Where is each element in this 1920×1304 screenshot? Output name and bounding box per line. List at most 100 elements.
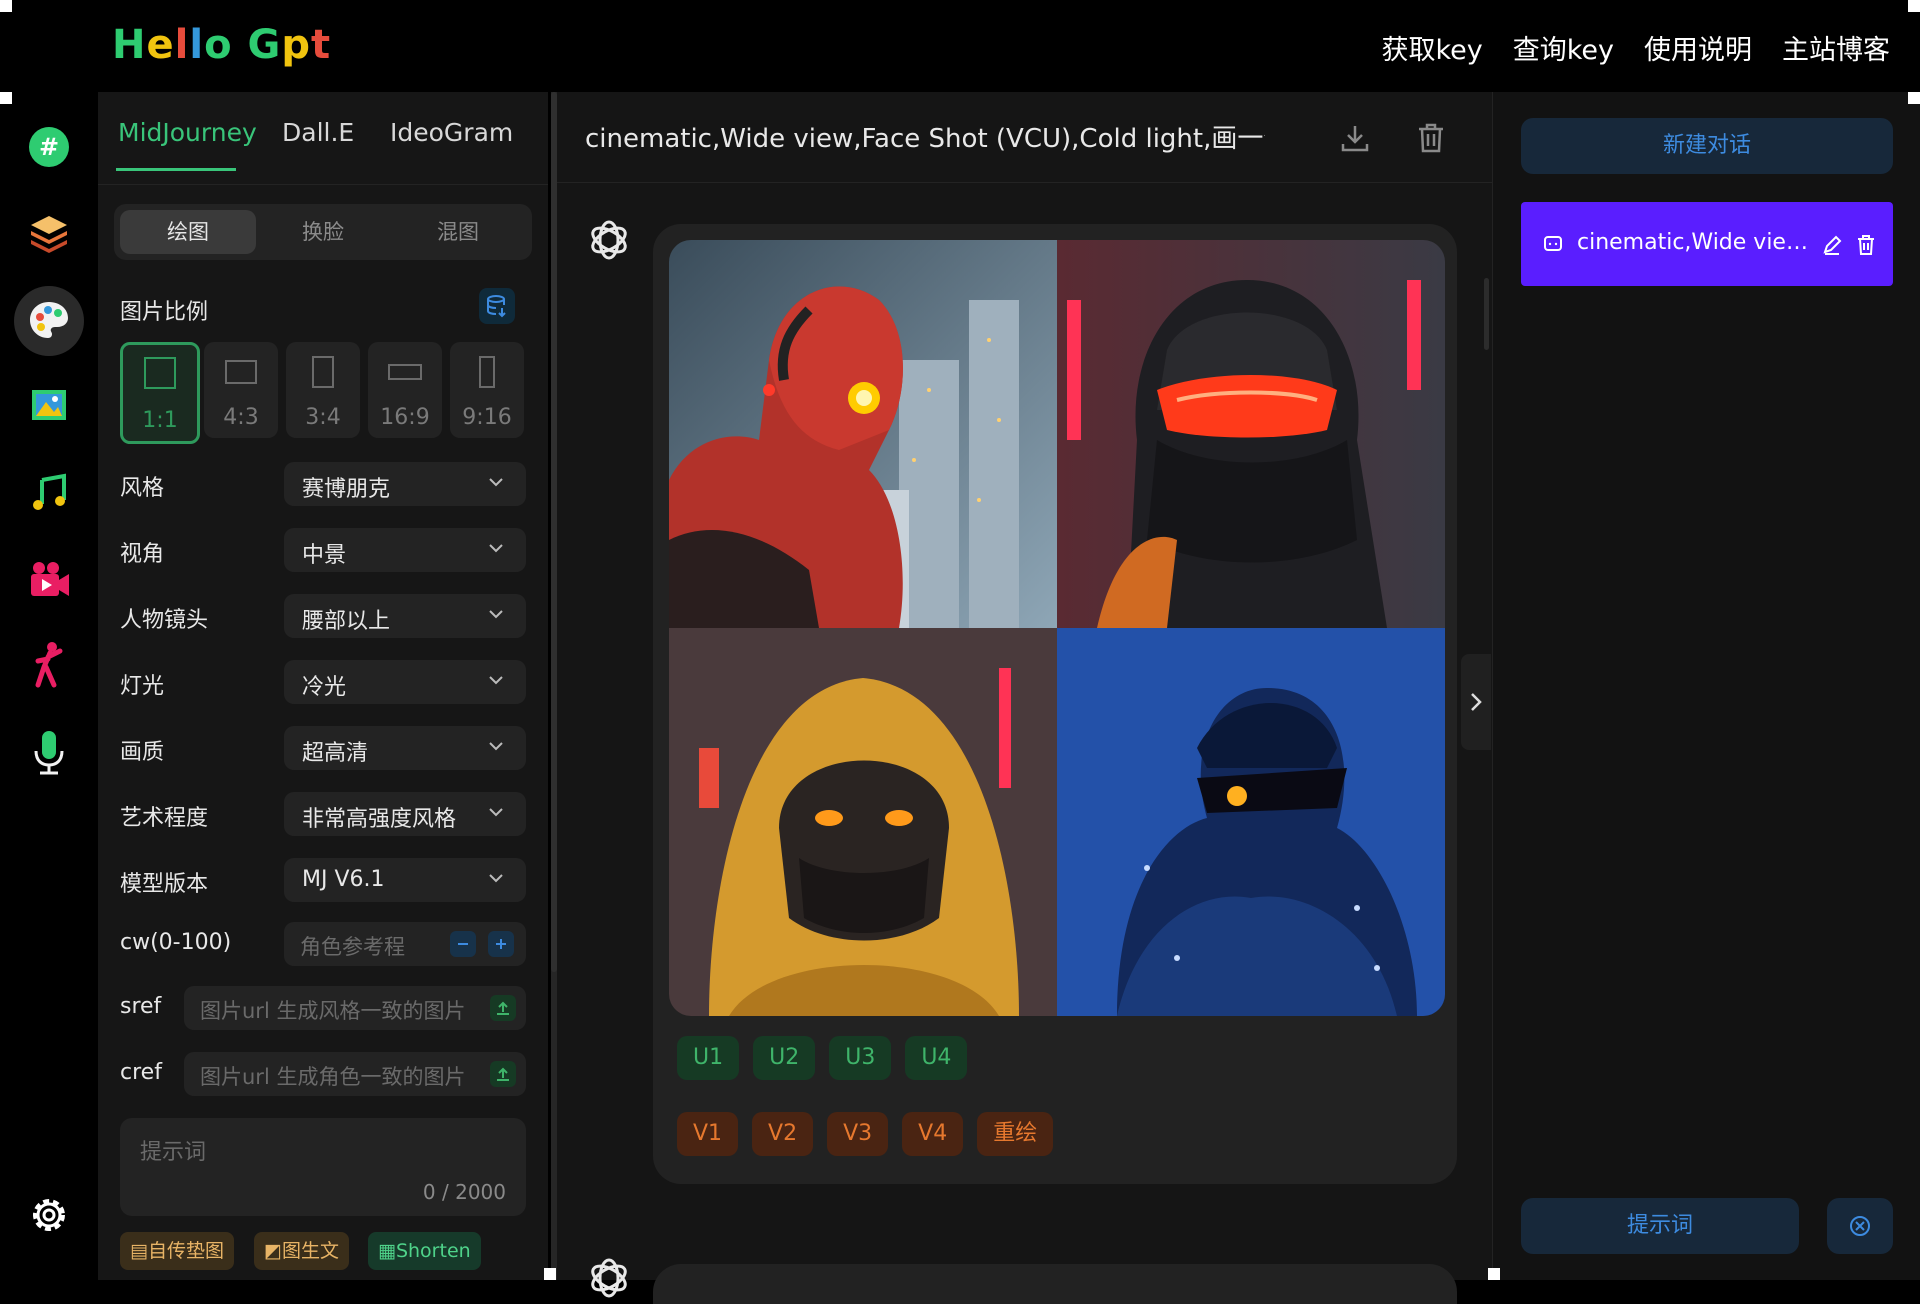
openai-icon [591,220,627,260]
nav-query-key[interactable]: 查询key [1513,28,1614,67]
v1-button[interactable]: V1 [677,1112,739,1156]
tab-dalle[interactable]: Dall.E [282,118,354,147]
plus-icon[interactable] [488,931,514,957]
trash-icon[interactable] [1413,120,1449,156]
storage-icon[interactable] [479,288,515,324]
minus-icon[interactable] [450,931,476,957]
nav-instructions[interactable]: 使用说明 [1644,28,1752,67]
mode-blend[interactable]: 混图 [390,210,526,254]
window-corner [544,1268,556,1280]
mode-faceswap[interactable]: 换脸 [255,210,391,254]
logo-letter: o [204,22,233,68]
ratio-9-16[interactable]: 9:16 [450,342,524,438]
u3-button[interactable]: U3 [829,1036,892,1080]
quality-label: 画质 [120,740,165,765]
tab-midjourney[interactable]: MidJourney [118,118,257,147]
ratio-3-4[interactable]: 3:4 [286,342,360,438]
view-value: 中景 [302,543,347,568]
upload-icon[interactable] [490,1061,516,1087]
ratio-16-9-label: 16:9 [380,405,430,430]
conversation-sidebar: 新建对话 cinematic,Wide view,Face Shot (VCU)… [1492,92,1920,1280]
tab-ideogram[interactable]: IdeoGram [390,118,513,147]
v4-button[interactable]: V4 [902,1112,964,1156]
download-icon[interactable] [1337,120,1373,156]
shorten-button[interactable]: ▦Shorten [368,1232,481,1270]
logo-letter: H [112,22,147,68]
chevron-right-icon [1471,693,1482,711]
layers-icon[interactable] [20,204,78,262]
generated-image-2[interactable] [1057,240,1445,628]
expand-sidebar-button[interactable] [1461,654,1491,750]
view-select[interactable]: 中景 [284,528,526,572]
trash-icon[interactable] [1855,234,1877,256]
close-circle-icon [1850,1216,1870,1236]
chat-bubble-icon [1544,236,1562,251]
quality-select[interactable]: 超高清 [284,726,526,770]
ratio-16-9[interactable]: 16:9 [368,342,442,438]
image-to-text-button[interactable]: ◩图生文 [254,1232,349,1270]
art-level-value: 非常高强度风格 [302,807,457,832]
variation-buttons: V1 V2 V3 V4 重绘 [677,1112,1054,1156]
shorten-icon: ▦ [378,1240,396,1262]
microphone-icon[interactable] [20,724,78,782]
chevron-down-icon [489,742,503,751]
nav-get-key[interactable]: 获取key [1381,28,1482,67]
new-chat-button[interactable]: 新建对话 [1521,118,1893,174]
chevron-down-icon [489,874,503,883]
chat-header: cinematic,Wide view,Face Shot (VCU),Cold… [557,92,1492,183]
redraw-button[interactable]: 重绘 [977,1112,1054,1156]
ratio-4-3-label: 4:3 [223,405,259,430]
hashtag-icon[interactable]: # [20,118,78,176]
sref-label: sref [120,994,162,1019]
quality-value: 超高清 [302,741,369,766]
window-corner [0,92,12,104]
mode-draw[interactable]: 绘图 [120,210,256,254]
dance-icon[interactable] [20,636,78,694]
settings-panel: MidJourney Dall.E IdeoGram 绘图 换脸 混图 图片比例… [98,92,548,1280]
style-select[interactable]: 赛博朋克 [284,462,526,506]
sref-input[interactable]: 图片url 生成风格一致的图片 [184,986,526,1030]
logo-letter: e [146,22,175,68]
openai-icon [591,1258,627,1298]
image-icon[interactable] [20,376,78,434]
file-icon: ▤ [130,1240,148,1262]
upload-icon[interactable] [490,995,516,1021]
u1-button[interactable]: U1 [677,1036,740,1080]
chat-scrollbar[interactable] [1484,278,1489,350]
shot-value: 腰部以上 [302,609,391,634]
ratio-4-3[interactable]: 4:3 [204,342,278,438]
cw-placeholder: 角色参考程 [300,935,405,959]
generated-image-4[interactable] [1057,628,1445,1016]
prompt-char-count: 0 / 2000 [422,1180,506,1204]
chevron-down-icon [489,676,503,685]
light-select[interactable]: 冷光 [284,660,526,704]
conversation-item[interactable]: cinematic,Wide view,Face Shot (VCU),Cold… [1521,202,1893,286]
generated-image-3[interactable] [669,628,1057,1016]
video-icon[interactable] [20,550,78,608]
prompt-textarea[interactable]: 提示词 0 / 2000 [120,1118,526,1216]
chevron-down-icon [489,544,503,553]
nav-main-blog[interactable]: 主站博客 [1782,28,1890,67]
v3-button[interactable]: V3 [827,1112,889,1156]
v2-button[interactable]: V2 [752,1112,814,1156]
palette-icon[interactable] [14,286,84,356]
mode-switch: 绘图 换脸 混图 [114,204,532,260]
ratio-1-1[interactable]: 1:1 [120,342,200,444]
model-tabs: MidJourney Dall.E IdeoGram [98,92,548,185]
edit-icon[interactable] [1821,234,1843,256]
clear-button[interactable] [1827,1198,1893,1254]
u2-button[interactable]: U2 [753,1036,816,1080]
music-icon[interactable] [20,464,78,522]
upload-base-image-button[interactable]: ▤自传垫图 [120,1232,234,1270]
gear-icon[interactable] [20,1186,78,1244]
u4-button[interactable]: U4 [905,1036,968,1080]
cref-input[interactable]: 图片url 生成角色一致的图片 [184,1052,526,1096]
prompt-button[interactable]: 提示词 [1521,1198,1799,1254]
art-level-select[interactable]: 非常高强度风格 [284,792,526,836]
model-version-select[interactable]: MJ V6.1 [284,858,526,902]
shot-select[interactable]: 腰部以上 [284,594,526,638]
light-label: 灯光 [120,674,165,699]
cw-input[interactable]: 角色参考程 [284,922,526,966]
cw-label: cw(0-100) [120,930,232,955]
generated-image-1[interactable] [669,240,1057,628]
